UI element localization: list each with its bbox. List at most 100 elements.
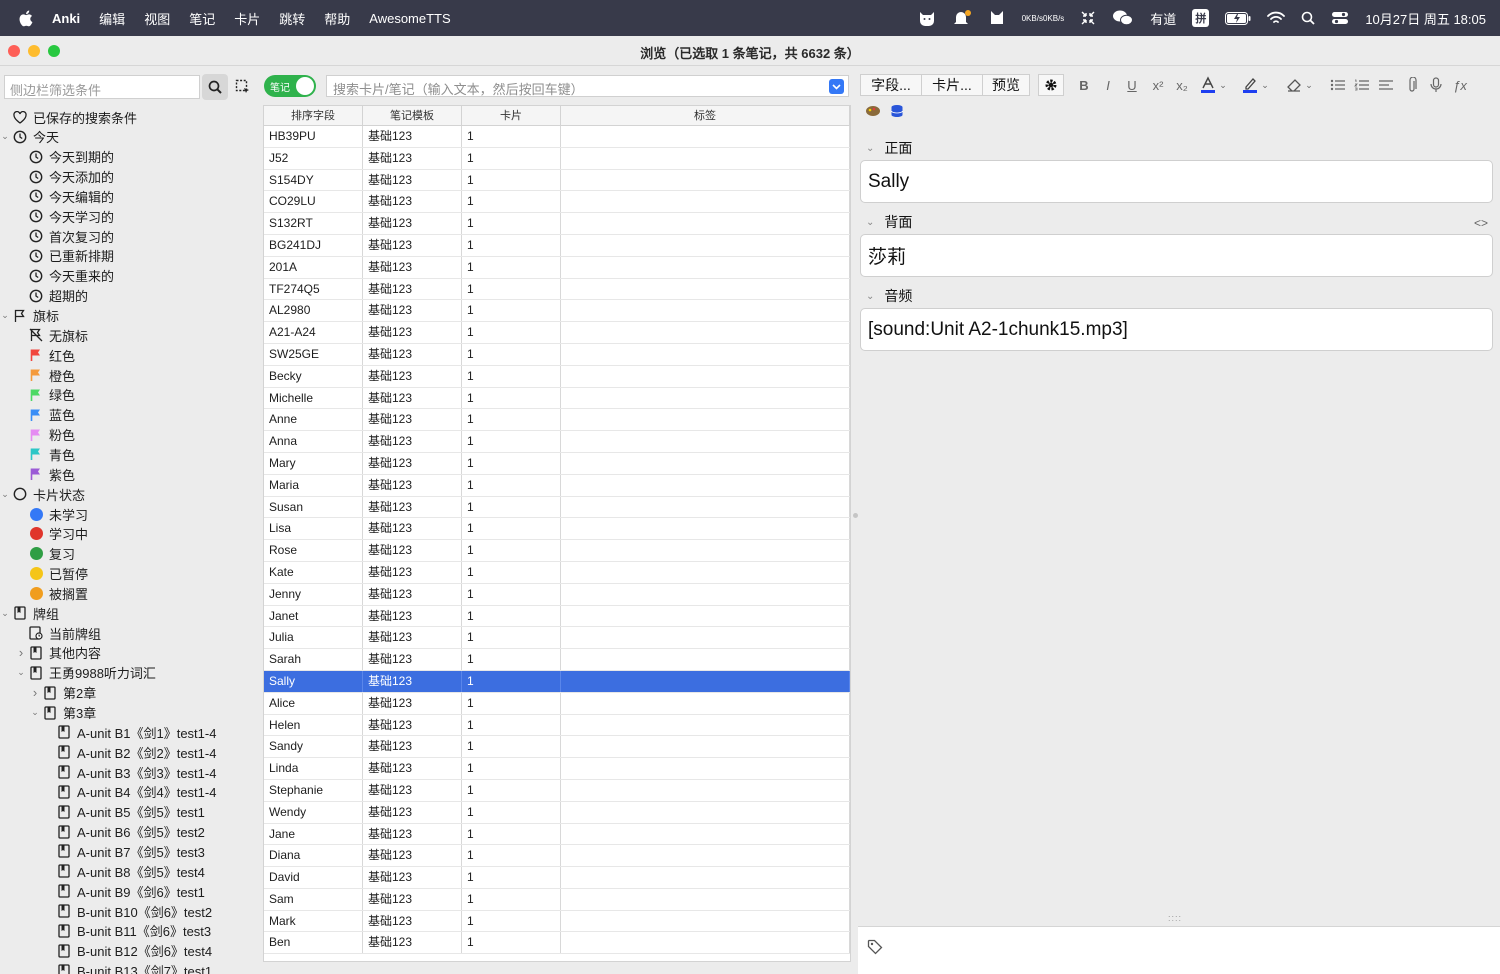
sidebar-item[interactable]: A-unit B8《剑5》test4 [42, 861, 205, 881]
control-center-icon[interactable] [1331, 10, 1349, 26]
table-row[interactable]: Wendy 基础123 1 [264, 801, 850, 824]
table-row[interactable]: Michelle 基础123 1 [264, 387, 850, 410]
table-row[interactable]: Mark 基础123 1 [264, 910, 850, 933]
cards-button[interactable]: 卡片... [921, 74, 983, 96]
table-row[interactable]: HB39PU 基础123 1 [264, 126, 850, 148]
menu-help[interactable]: 帮助 [324, 9, 350, 28]
status-cat-icon[interactable] [918, 10, 936, 26]
fields-button[interactable]: 字段... [860, 74, 922, 96]
math-function-icon[interactable]: ƒx [1449, 74, 1471, 96]
table-row[interactable]: S132RT 基础123 1 [264, 213, 850, 235]
sidebar-item[interactable]: B-unit B12《剑6》test4 [42, 941, 212, 961]
sidebar-item[interactable]: 当前牌组 [14, 623, 101, 643]
sidebar-item[interactable]: 无旗标 [14, 325, 88, 345]
sidebar-item[interactable]: 已保存的搜索条件 [0, 107, 137, 127]
sidebar-item[interactable]: A-unit B5《剑5》test1 [42, 802, 205, 822]
table-row[interactable]: Alice 基础123 1 [264, 692, 850, 715]
italic-icon[interactable]: I [1097, 74, 1119, 96]
text-color-icon[interactable] [1197, 74, 1219, 96]
html-editor-toggle-icon[interactable]: <> [1470, 212, 1492, 234]
sidebar-item[interactable]: 未学习 [14, 504, 88, 524]
table-row[interactable]: 201A 基础123 1 [264, 256, 850, 279]
sidebar-item[interactable]: 紫色 [14, 464, 75, 484]
field-input-back[interactable]: 莎莉 [860, 234, 1493, 277]
wifi-icon[interactable] [1267, 11, 1286, 25]
highlight-color-icon[interactable] [1239, 74, 1261, 96]
battery-icon[interactable] [1225, 11, 1251, 25]
table-row[interactable]: Maria 基础123 1 [264, 474, 850, 497]
sidebar-item[interactable]: A-unit B3《剑3》test1-4 [42, 762, 216, 782]
table-row[interactable]: Becky 基础123 1 [264, 365, 850, 388]
sidebar-item[interactable]: 蓝色 [14, 405, 75, 425]
addon-database-icon[interactable] [886, 100, 908, 122]
field-input-audio[interactable]: [sound:Unit A2-1chunk15.mp3] [860, 308, 1493, 351]
apple-logo-icon[interactable] [18, 10, 38, 27]
sidebar-search-input[interactable]: 侧边栏筛选条件 [4, 75, 200, 99]
sidebar-item[interactable]: 红色 [14, 345, 75, 365]
sidebar-item[interactable]: A-unit B6《剑5》test2 [42, 822, 205, 842]
sidebar-item[interactable]: 已暂停 [14, 564, 88, 584]
select-mode-button[interactable] [233, 77, 253, 97]
sidebar-item[interactable]: 超期的 [14, 286, 88, 306]
menu-awesometts[interactable]: AwesomeTTS [369, 11, 450, 26]
addon-brush-icon[interactable] [862, 100, 884, 122]
notification-bell-icon[interactable] [952, 10, 972, 26]
sidebar-item[interactable]: 今天学习的 [14, 206, 114, 226]
cards-notes-toggle[interactable]: 笔记 [264, 75, 316, 97]
sidebar-item[interactable]: 橙色 [14, 365, 75, 385]
table-row[interactable]: Stephanie 基础123 1 [264, 779, 850, 802]
table-row[interactable]: Rose 基础123 1 [264, 540, 850, 562]
chevron-down-icon[interactable]: ⌄ [866, 143, 874, 154]
sidebar-item[interactable]: 绿色 [14, 385, 75, 405]
table-row[interactable]: AL2980 基础123 1 [264, 300, 850, 323]
sidebar-item[interactable]: B-unit B11《剑6》test3 [42, 921, 211, 941]
browser-search-input[interactable]: 搜索卡片/笔记（输入文本，然后按回车键） [326, 75, 849, 97]
sidebar-item[interactable]: ⌄ 今天 [0, 127, 59, 147]
preview-button[interactable]: 预览 [982, 74, 1030, 96]
tag-editor[interactable] [858, 926, 1500, 974]
input-method-indicator[interactable]: 拼 [1192, 9, 1210, 27]
sidebar-item[interactable]: ⌄ 卡片状态 [0, 484, 85, 504]
menubar-clock[interactable]: 10月27日 周五 18:05 [1365, 9, 1486, 28]
column-header-note-type[interactable]: 笔记模板 [363, 106, 462, 125]
table-row[interactable]: Sam 基础123 1 [264, 888, 850, 911]
sidebar-item[interactable]: A-unit B9《剑6》test1 [42, 881, 205, 901]
format-dropdown-icon[interactable]: ⌄ [1303, 74, 1315, 96]
superscript-icon[interactable]: x² [1147, 74, 1169, 96]
field-label-back[interactable]: ⌄ 背面 [866, 212, 912, 232]
table-row[interactable]: Helen 基础123 1 [264, 714, 850, 737]
sidebar-item[interactable]: 首次复习的 [14, 226, 114, 246]
search-history-dropdown[interactable] [829, 79, 844, 94]
sidebar-item[interactable]: ⌄ 牌组 [0, 603, 59, 623]
chevron-down-icon[interactable]: ⌄ [0, 608, 12, 619]
align-icon[interactable] [1375, 74, 1397, 96]
menu-go[interactable]: 跳转 [279, 9, 305, 28]
field-label-audio[interactable]: ⌄ 音频 [866, 286, 912, 306]
sidebar-item[interactable]: 复习 [14, 544, 75, 564]
chevron-right-icon[interactable]: › [28, 685, 42, 700]
column-header-cards[interactable]: 卡片 [462, 106, 561, 125]
sidebar-item[interactable]: B-unit B10《剑6》test2 [42, 901, 212, 921]
bold-icon[interactable]: B [1073, 74, 1095, 96]
table-row[interactable]: Susan 基础123 1 [264, 496, 850, 519]
sidebar-item[interactable]: 青色 [14, 444, 75, 464]
table-row[interactable]: Jenny 基础123 1 [264, 583, 850, 606]
table-row[interactable]: BG241DJ 基础123 1 [264, 234, 850, 257]
sidebar-item[interactable]: A-unit B7《剑5》test3 [42, 841, 205, 861]
table-row[interactable]: S154DY 基础123 1 [264, 169, 850, 192]
table-row[interactable]: SW25GE 基础123 1 [264, 343, 850, 366]
table-row[interactable]: Ben 基础123 1 [264, 932, 850, 955]
menu-edit[interactable]: 编辑 [99, 9, 125, 28]
subscript-icon[interactable]: x₂ [1171, 74, 1193, 96]
sidebar-search-button[interactable] [202, 74, 228, 100]
table-row[interactable]: Lisa 基础123 1 [264, 518, 850, 541]
sidebar-item[interactable]: 今天编辑的 [14, 186, 114, 206]
table-row[interactable]: J52 基础123 1 [264, 147, 850, 170]
table-row[interactable]: Jane 基础123 1 [264, 823, 850, 846]
chevron-down-icon[interactable]: ⌄ [866, 217, 874, 228]
attach-paperclip-icon[interactable] [1401, 74, 1423, 96]
menu-view[interactable]: 视图 [144, 9, 170, 28]
sidebar-item[interactable]: B-unit B13《剑7》test1 [42, 961, 212, 974]
table-row[interactable]: David 基础123 1 [264, 867, 850, 889]
sidebar-item[interactable]: ⌄ 王勇9988听力词汇 [14, 663, 156, 683]
